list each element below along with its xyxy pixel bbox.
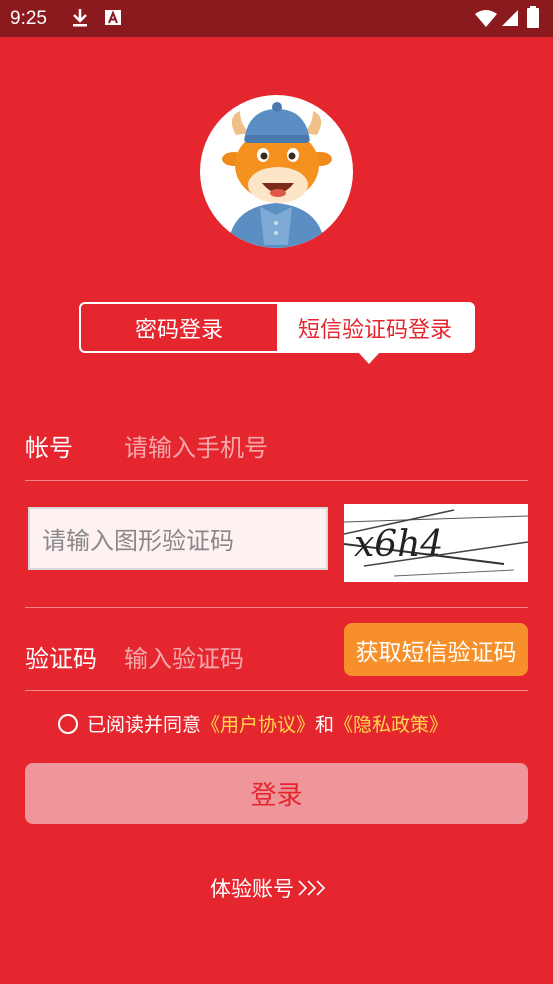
active-tab-indicator [357, 351, 381, 364]
tab-password-login[interactable]: 密码登录 [81, 304, 277, 351]
user-agreement-link[interactable]: 《用户协议》 [201, 710, 315, 737]
trial-account-link[interactable]: 体验账号 [210, 873, 328, 903]
app-logo-avatar [200, 95, 353, 248]
cow-mascot-icon [222, 102, 332, 248]
get-sms-code-button[interactable]: 获取短信验证码 [344, 623, 528, 676]
captcha-text: x6h4 [354, 524, 443, 565]
trial-account-label: 体验账号 [210, 877, 294, 901]
divider [25, 480, 528, 481]
login-button[interactable]: 登录 [25, 763, 528, 824]
status-bar: 9:25 [0, 0, 553, 37]
signal-icon [502, 10, 518, 26]
battery-icon [527, 6, 539, 28]
divider [25, 690, 528, 691]
wifi-icon [475, 10, 497, 27]
account-label: 帐号 [25, 434, 73, 462]
privacy-policy-link[interactable]: 《隐私政策》 [334, 710, 448, 737]
captcha-input[interactable]: 请输入图形验证码 [28, 507, 328, 570]
download-icon [73, 9, 87, 27]
phone-input[interactable]: 请输入手机号 [124, 428, 268, 463]
status-time: 9:25 [10, 8, 47, 29]
chevrons-right-icon [298, 880, 326, 896]
sms-code-label: 验证码 [25, 645, 97, 673]
a-icon [105, 10, 121, 25]
sms-code-input[interactable]: 输入验证码 [124, 639, 244, 674]
agreement-prefix: 已阅读并同意 [87, 714, 202, 736]
tab-sms-login[interactable]: 短信验证码登录 [277, 304, 473, 351]
divider [25, 607, 528, 608]
captcha-image[interactable]: x6h4 [343, 504, 529, 582]
login-mode-tabs: 密码登录 短信验证码登录 [79, 302, 475, 353]
agreement-row: 已阅读并同意 《用户协议》 和 《隐私政策》 [58, 710, 448, 737]
agreement-and: 和 [315, 714, 335, 736]
agree-radio[interactable] [58, 713, 78, 734]
